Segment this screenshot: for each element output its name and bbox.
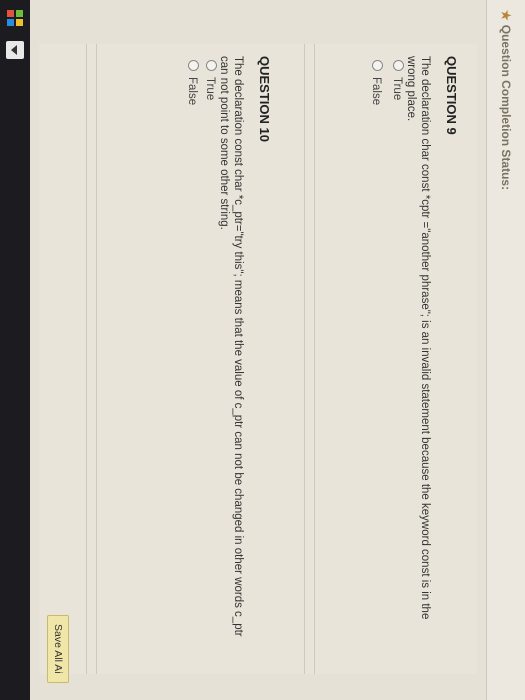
star-icon: ★ xyxy=(499,10,513,21)
arrow-icon[interactable] xyxy=(5,40,25,60)
option-false[interactable]: False xyxy=(368,60,383,656)
save-all-answers-button[interactable]: Save All Ai xyxy=(47,615,69,683)
option-false[interactable]: False xyxy=(184,60,199,656)
option-true[interactable]: True xyxy=(202,60,217,656)
divider xyxy=(86,44,87,674)
content-area: QUESTION 9 The declaration char const *c… xyxy=(39,44,477,674)
radio-icon[interactable] xyxy=(372,60,383,71)
question-text: The declaration char const *cptr ="anoth… xyxy=(405,56,431,620)
status-label: ★Question Completion Status: xyxy=(499,10,513,191)
divider xyxy=(304,44,305,674)
windows-icon[interactable] xyxy=(5,8,25,28)
question-title: QUESTION 9 xyxy=(444,56,459,135)
question-text: The declaration const char *c_ptr="try t… xyxy=(218,56,244,637)
radio-icon[interactable] xyxy=(206,60,217,71)
divider xyxy=(96,44,97,674)
radio-icon[interactable] xyxy=(188,60,199,71)
radio-icon[interactable] xyxy=(393,60,404,71)
status-bar: ★Question Completion Status: xyxy=(486,0,525,700)
taskbar xyxy=(0,0,30,700)
divider xyxy=(314,44,315,674)
option-true[interactable]: True xyxy=(389,60,404,656)
question-9: QUESTION 9 The declaration char const *c… xyxy=(368,56,459,656)
page: ★Question Completion Status: QUESTION 9 … xyxy=(30,0,525,700)
question-10: QUESTION 10 The declaration const char *… xyxy=(184,56,272,656)
question-title: QUESTION 10 xyxy=(257,56,272,142)
